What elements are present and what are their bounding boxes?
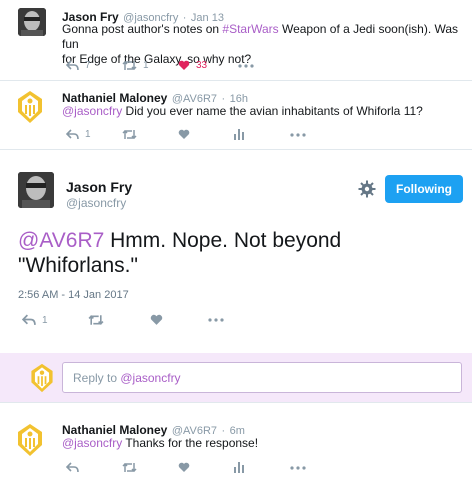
mention-link[interactable]: @jasoncfry	[62, 436, 122, 450]
like-count: 33	[196, 60, 208, 71]
avatar	[29, 363, 55, 393]
retweet-button[interactable]	[88, 314, 150, 326]
avatar[interactable]	[16, 423, 44, 457]
reply-input[interactable]: Reply to @jasoncfry	[62, 362, 462, 393]
avatar[interactable]	[18, 172, 54, 208]
reply-button[interactable]	[66, 462, 122, 473]
more-icon	[238, 63, 254, 68]
more-icon	[290, 465, 306, 470]
reply-icon	[66, 129, 79, 140]
avatar[interactable]	[16, 90, 44, 124]
reply-button[interactable]: 1	[22, 314, 88, 326]
avatar[interactable]	[18, 8, 46, 36]
hashtag-link[interactable]: #StarWars	[222, 22, 278, 36]
tweet-text: @jasoncfry Thanks for the response!	[62, 436, 259, 450]
more-button[interactable]	[290, 465, 330, 470]
like-button[interactable]	[150, 314, 208, 326]
heart-icon	[178, 462, 190, 472]
retweet-button[interactable]	[122, 129, 178, 140]
stats-icon	[234, 462, 244, 473]
stats-icon	[234, 129, 244, 140]
focus-author-name[interactable]: Jason Fry	[66, 179, 132, 195]
retweet-count: 1	[143, 60, 149, 71]
reply-count: 7	[85, 60, 91, 71]
like-button[interactable]	[178, 129, 234, 140]
tweet-text: @jasoncfry Did you ever name the avian i…	[62, 104, 423, 118]
like-button[interactable]	[178, 462, 234, 473]
reply-icon	[66, 60, 79, 71]
like-button[interactable]: 33	[178, 60, 238, 71]
more-button[interactable]	[238, 63, 278, 68]
mention-link[interactable]: @jasoncfry	[62, 104, 122, 118]
author-name[interactable]: Nathaniel Maloney	[62, 423, 167, 437]
gear-icon[interactable]	[358, 180, 376, 198]
heart-icon	[178, 60, 190, 70]
author-name[interactable]: Nathaniel Maloney	[62, 91, 167, 105]
tweet-1[interactable]: Jason Fry @jasoncfry · Jan 13 Gonna post…	[0, 0, 472, 80]
following-button[interactable]: Following	[385, 175, 463, 203]
reply-icon	[22, 314, 36, 325]
stats-button[interactable]	[234, 129, 290, 140]
reply-count: 1	[42, 314, 48, 326]
retweet-button[interactable]	[122, 462, 178, 473]
heart-icon	[178, 129, 190, 139]
retweet-icon	[122, 129, 137, 140]
more-icon	[208, 318, 224, 322]
reply-button[interactable]: 1	[66, 129, 122, 140]
more-button[interactable]	[290, 132, 330, 137]
stats-button[interactable]	[234, 462, 290, 473]
retweet-button[interactable]: 1	[122, 60, 178, 71]
reply-icon	[66, 462, 79, 473]
more-button[interactable]	[208, 318, 248, 322]
tweet-3[interactable]: Nathaniel Maloney @AV6R7 · 6m @jasoncfry…	[0, 403, 472, 480]
tweet-2[interactable]: Nathaniel Maloney @AV6R7 · 16h @jasoncfr…	[0, 81, 472, 149]
reply-button[interactable]: 7	[66, 60, 122, 71]
reply-composer: Reply to @jasoncfry	[0, 353, 472, 402]
focus-tweet-text: @AV6R7 Hmm. Nope. Not beyond "Whiforlans…	[18, 229, 342, 277]
mention-link[interactable]: @AV6R7	[18, 229, 104, 252]
tweet-timestamp[interactable]: 2:56 AM - 14 Jan 2017	[18, 289, 129, 301]
retweet-icon	[88, 315, 104, 325]
more-icon	[290, 132, 306, 137]
focus-author-handle[interactable]: @jasoncfry	[66, 196, 126, 210]
reply-count: 1	[85, 129, 91, 140]
retweet-icon	[122, 60, 137, 71]
retweet-icon	[122, 462, 137, 473]
heart-icon	[150, 314, 163, 325]
